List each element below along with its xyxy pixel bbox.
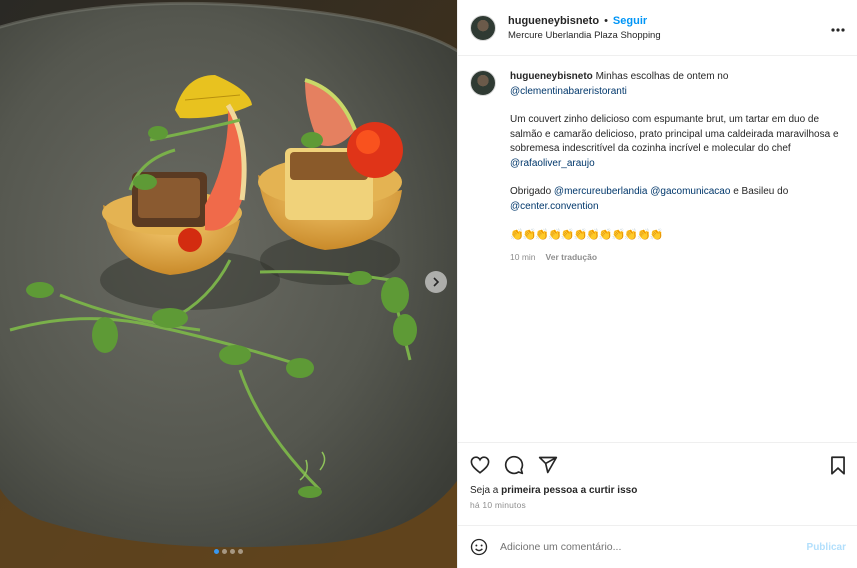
food-photo: [0, 0, 457, 568]
post-header: hugueneybisneto • Seguir Mercure Uberlan…: [458, 0, 857, 56]
post-image[interactable]: [0, 0, 457, 568]
caption-time: 10 min: [510, 251, 536, 262]
header-names: hugueneybisneto • Seguir Mercure Uberlan…: [508, 15, 661, 41]
follow-button[interactable]: Seguir: [613, 15, 647, 27]
likes-prompt: Seja a primeira pessoa a curtir isso: [470, 485, 846, 496]
action-bar: [470, 443, 846, 487]
next-image-button[interactable]: [425, 271, 447, 293]
emoji-icon[interactable]: [470, 538, 488, 556]
caption-avatar[interactable]: [470, 70, 496, 96]
add-comment-bar: Publicar: [458, 525, 857, 568]
location-link[interactable]: Mercure Uberlandia Plaza Shopping: [508, 30, 661, 41]
caption-username[interactable]: hugueneybisneto: [510, 71, 593, 82]
carousel-indicator: [0, 549, 457, 554]
caption-line1: hugueneybisneto Minhas escolhas de ontem…: [510, 70, 840, 99]
caption-paragraph-3: Obrigado @mercureuberlandia @gacomunicac…: [510, 185, 840, 214]
comment-input[interactable]: [500, 541, 790, 553]
caption-text-4: e Basileu do: [733, 186, 789, 197]
mention-agency[interactable]: @gacomunicacao: [650, 186, 730, 197]
caption-body: hugueneybisneto Minhas escolhas de ontem…: [510, 70, 840, 264]
carousel-dot-active: [214, 549, 219, 554]
mention-center[interactable]: @center.convention: [510, 201, 599, 212]
mention-restaurant[interactable]: @clementinabareristoranti: [510, 86, 627, 97]
post-side-panel: hugueneybisneto • Seguir Mercure Uberlan…: [457, 0, 857, 568]
share-icon[interactable]: [538, 455, 558, 475]
post-timestamp: há 10 minutos: [470, 500, 526, 510]
carousel-dot: [222, 549, 227, 554]
caption-emojis: 👏👏👏👏👏👏👏👏👏👏👏👏: [510, 229, 663, 241]
be-first-to-like-link[interactable]: primeira pessoa a curtir isso: [501, 485, 637, 496]
publish-button[interactable]: Publicar: [807, 542, 846, 553]
caption-text-3: Obrigado: [510, 186, 552, 197]
mention-chef[interactable]: @rafaoliver_araujo: [510, 158, 595, 169]
heart-icon[interactable]: [470, 456, 490, 474]
avatar[interactable]: [470, 14, 496, 41]
mention-hotel[interactable]: @mercureuberlandia: [554, 186, 648, 197]
caption-text-1: Minhas escolhas de ontem no: [595, 71, 729, 82]
actions-section: Seja a primeira pessoa a curtir isso há …: [458, 442, 857, 510]
comments-area[interactable]: hugueneybisneto Minhas escolhas de ontem…: [458, 56, 857, 442]
author-username[interactable]: hugueneybisneto: [508, 15, 599, 27]
see-translation-link[interactable]: Ver tradução: [546, 250, 598, 265]
separator-dot: •: [604, 14, 608, 27]
more-options-icon[interactable]: [831, 19, 845, 37]
caption-text-2: Um couvert zinho delicioso com espumante…: [510, 114, 839, 154]
caption: hugueneybisneto Minhas escolhas de ontem…: [470, 70, 844, 264]
caption-paragraph-2: Um couvert zinho delicioso com espumante…: [510, 113, 840, 171]
bookmark-icon[interactable]: [830, 455, 846, 475]
header-row: hugueneybisneto • Seguir: [508, 15, 661, 27]
chevron-right-icon: [433, 277, 440, 287]
likes-prompt-start: Seja a: [470, 485, 502, 496]
carousel-dot: [230, 549, 235, 554]
comment-icon[interactable]: [504, 455, 524, 475]
carousel-dot: [238, 549, 243, 554]
caption-meta: 10 min Ver tradução: [510, 250, 840, 265]
